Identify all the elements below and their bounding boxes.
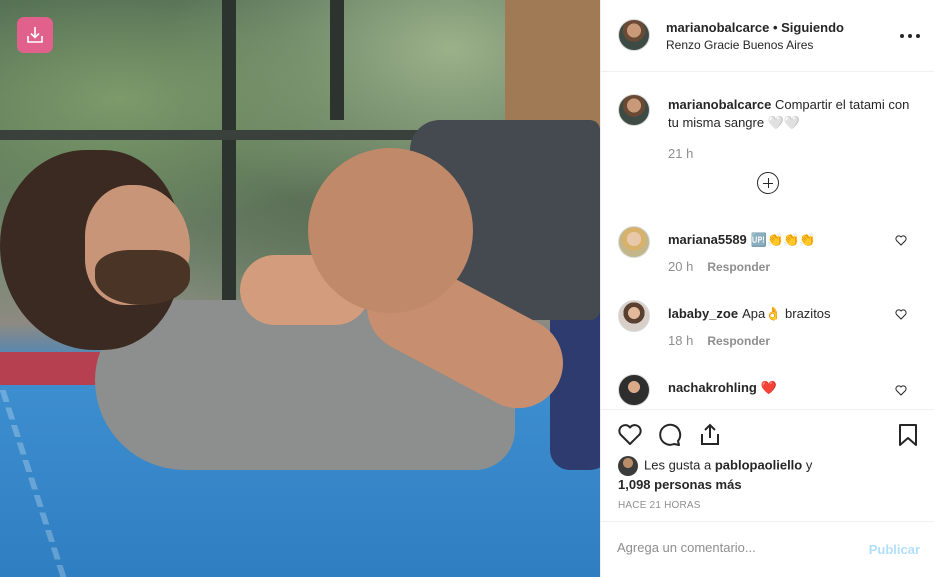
caption-time: 21 h	[668, 146, 694, 161]
comment-meta: 18 h Responder	[668, 333, 770, 348]
load-more-comments-icon[interactable]	[757, 172, 779, 194]
post-photo[interactable]	[0, 0, 600, 577]
comment-input[interactable]	[617, 540, 847, 555]
author-avatar[interactable]	[618, 19, 650, 51]
comment-meta: 20 h Responder	[668, 259, 770, 274]
comment-avatar[interactable]	[618, 226, 650, 258]
author-line: marianobalcarce • Siguiendo	[666, 20, 844, 35]
wood-panel	[505, 0, 600, 130]
comment-text: ❤️	[760, 380, 778, 395]
caption-avatar[interactable]	[618, 94, 650, 126]
comment-username[interactable]: lababy_zoe	[668, 306, 738, 321]
follow-status[interactable]: • Siguiendo	[773, 20, 844, 35]
window-frame	[222, 0, 236, 300]
comment-item: lababy_zoe Apa👌 brazitos 18 h Responder	[601, 300, 934, 370]
liker-username[interactable]: pablopaoliello	[715, 457, 802, 472]
like-comment-icon[interactable]	[895, 235, 907, 246]
more-options-icon[interactable]	[900, 26, 920, 46]
comment-time: 20 h	[668, 259, 694, 274]
caption-text-block: marianobalcarce Compartir el tatami con …	[668, 96, 918, 132]
person-bottom-beard	[95, 250, 190, 305]
comment-item: nachakrohling ❤️	[601, 374, 934, 409]
post-header: marianobalcarce • Siguiendo Renzo Gracie…	[601, 0, 934, 72]
reply-button[interactable]: Responder	[707, 260, 770, 274]
reply-button[interactable]: Responder	[707, 334, 770, 348]
comment-text-line: mariana5589 🆙👏👏👏	[668, 232, 816, 248]
liker-avatar[interactable]	[618, 456, 638, 476]
comment-composer: Publicar	[601, 521, 934, 577]
caption-author[interactable]: marianobalcarce	[668, 97, 771, 112]
person-pants	[550, 300, 600, 470]
window-frame	[330, 0, 344, 120]
share-icon[interactable]	[697, 422, 723, 448]
post-actions: Les gusta a pablopaoliello y 1,098 perso…	[601, 409, 934, 521]
download-button[interactable]	[17, 17, 53, 53]
like-comment-icon[interactable]	[895, 309, 907, 320]
comment-username[interactable]: nachakrohling	[668, 380, 757, 395]
comment-avatar[interactable]	[618, 374, 650, 406]
download-icon	[27, 27, 43, 43]
comment-username[interactable]: mariana5589	[668, 232, 747, 247]
likes-suffix: y	[805, 457, 813, 473]
location-link[interactable]: Renzo Gracie Buenos Aires	[666, 38, 813, 52]
publish-button[interactable]: Publicar	[869, 542, 920, 557]
person-top-head	[308, 148, 473, 313]
comment-item: mariana5589 🆙👏👏👏 20 h Responder	[601, 226, 934, 296]
comment-avatar[interactable]	[618, 300, 650, 332]
comment-text: Apa👌 brazitos	[742, 306, 831, 321]
comment-time: 18 h	[668, 333, 694, 348]
likes-prefix: Les gusta a	[644, 457, 712, 473]
post-panel: marianobalcarce • Siguiendo Renzo Gracie…	[600, 0, 934, 577]
save-bookmark-icon[interactable]	[895, 422, 921, 448]
comment-text-line: nachakrohling ❤️	[668, 380, 777, 396]
likes-summary: Les gusta a pablopaoliello y 1,098 perso…	[618, 456, 812, 494]
author-username[interactable]: marianobalcarce	[666, 20, 769, 35]
comment-icon[interactable]	[657, 422, 683, 448]
post-timestamp[interactable]: HACE 21 HORAS	[618, 500, 701, 511]
comment-text: 🆙👏👏👏	[750, 232, 816, 247]
like-icon[interactable]	[617, 422, 643, 448]
like-comment-icon[interactable]	[895, 385, 907, 396]
likes-count[interactable]: 1,098 personas más	[618, 477, 742, 492]
comment-text-line: lababy_zoe Apa👌 brazitos	[668, 306, 831, 322]
